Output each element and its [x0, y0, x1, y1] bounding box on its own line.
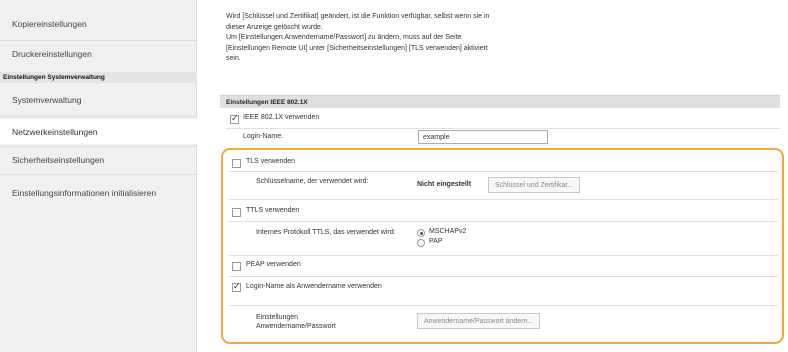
row-divider — [228, 276, 778, 277]
sidebar-section-header-label: Einstellungen Systemverwaltung — [3, 74, 105, 81]
sidebar-item-copy-settings[interactable]: Kopiereinstellungen — [0, 14, 197, 34]
ttls-protocol-label: Internes Protokoll TTLS, das verwendet w… — [256, 229, 396, 236]
sidebar-item-network-settings[interactable]: Netzwerkeinstellungen — [0, 119, 197, 144]
radio-mschapv2-label: MSCHAPv2 — [429, 228, 467, 235]
sidebar-item-label: Sicherheitseinstellungen — [12, 155, 105, 165]
peap-label: PEAP verwenden — [246, 261, 301, 268]
sidebar-item-printer-settings[interactable]: Druckereinstellungen — [0, 44, 197, 64]
section-header-ieee: Einstellungen IEEE 802.1X — [220, 95, 780, 108]
intro-line: Wird [Schlüssel und Zertifikat] geändert… — [226, 13, 490, 20]
ieee-label: IEEE 802.1X verwenden — [243, 114, 320, 121]
login-name-field[interactable]: example — [418, 130, 548, 144]
key-status: Nicht eingestellt — [417, 181, 472, 188]
intro-line: Um [Einstellungen Anwendername/Passwort]… — [226, 34, 462, 41]
intro-line: [Einstellungen Remote UI] unter [Sicherh… — [226, 44, 488, 52]
sidebar-item-label: Netzwerkeinstellungen — [12, 126, 98, 137]
sidebar-item-label: Kopiereinstellungen — [12, 19, 87, 29]
key-name-label: Schlüsselname, der verwendet wird: — [256, 178, 369, 185]
change-user-password-button[interactable]: Anwendername/Passwort ändern... — [417, 313, 541, 329]
sidebar-section-header: Einstellungen Systemverwaltung — [0, 72, 197, 83]
radio-mschapv2[interactable] — [417, 229, 425, 237]
key-certificate-button-label: Schlüssel und Zertifikat... — [495, 181, 574, 189]
row-divider — [228, 305, 778, 306]
sidebar-item-label: Einstellungsinformationen initialisieren — [12, 188, 157, 198]
sidebar-item-label: Systemverwaltung — [12, 95, 82, 105]
tls-checkbox[interactable] — [232, 159, 241, 168]
login-as-user-label: Login-Name als Anwendername verwenden — [246, 283, 382, 290]
peap-checkbox[interactable] — [232, 262, 241, 271]
sidebar-divider — [0, 40, 197, 41]
main-content: Wird [Schlüssel und Zertifikat] geändert… — [198, 0, 788, 352]
sidebar-item-system-management[interactable]: Systemverwaltung — [0, 90, 197, 110]
radio-pap[interactable] — [417, 239, 425, 247]
sidebar-item-reset-settings[interactable]: Einstellungsinformationen initialisieren — [0, 179, 197, 207]
ttls-label: TTLS verwenden — [246, 207, 300, 214]
login-as-user-checkbox[interactable] — [232, 281, 241, 292]
key-certificate-button[interactable]: Schlüssel und Zertifikat... — [488, 177, 581, 193]
sidebar-item-label: Druckereinstellungen — [12, 49, 92, 59]
section-title: Einstellungen IEEE 802.1X — [226, 98, 308, 106]
row-divider — [226, 128, 781, 129]
sidebar-divider — [0, 174, 197, 175]
login-name-label: Login-Name: — [243, 133, 284, 140]
row-divider — [228, 199, 778, 200]
sidebar: Kopiereinstellungen Druckereinstellungen… — [0, 0, 197, 352]
row-divider — [228, 221, 778, 222]
row-divider — [228, 255, 778, 256]
ieee-checkbox[interactable] — [230, 113, 239, 124]
ttls-checkbox[interactable] — [232, 208, 241, 217]
login-name-value: example — [423, 133, 450, 141]
sidebar-item-security-settings[interactable]: Sicherheitseinstellungen — [0, 150, 197, 170]
tls-label: TLS verwenden — [246, 158, 296, 165]
sidebar-divider — [0, 146, 197, 147]
intro-line: dieser Anzeige gelöscht wurde. — [226, 23, 323, 31]
intro-text: Wird [Schlüssel und Zertifikat] geändert… — [226, 12, 626, 65]
intro-line: sein. — [226, 55, 241, 62]
change-user-password-button-label: Anwendername/Passwort ändern... — [424, 317, 534, 325]
row-divider — [228, 171, 778, 172]
sidebar-divider — [0, 116, 197, 117]
radio-pap-label: PAP — [429, 238, 443, 245]
user-password-settings-label: Einstellungen Anwendername/Passwort — [256, 314, 336, 330]
